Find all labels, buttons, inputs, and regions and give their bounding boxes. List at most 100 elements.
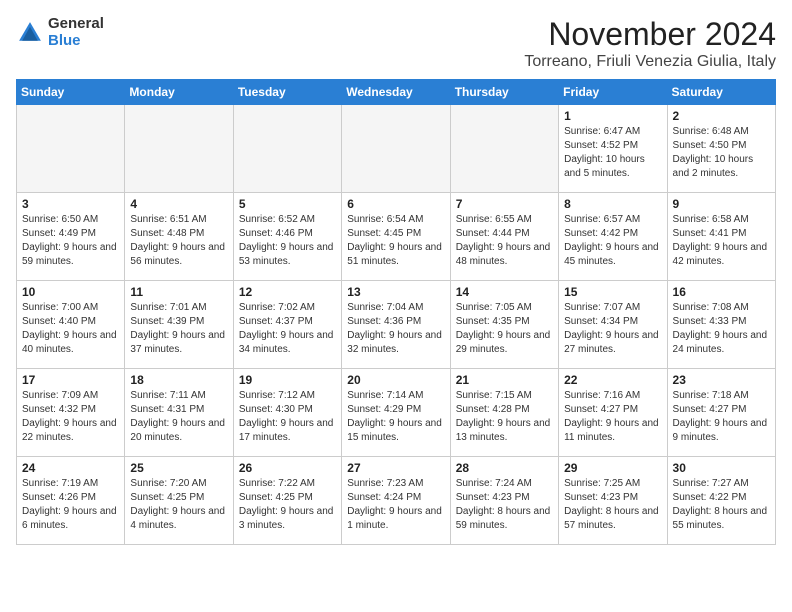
- day-info: Sunrise: 7:24 AM Sunset: 4:23 PM Dayligh…: [456, 477, 553, 533]
- calendar-day-cell: 26 Sunrise: 7:22 AM Sunset: 4:25 PM Dayli…: [233, 457, 341, 545]
- day-info: Sunrise: 7:11 AM Sunset: 4:31 PM Dayligh…: [130, 389, 227, 445]
- day-info: Sunrise: 7:00 AM Sunset: 4:40 PM Dayligh…: [22, 301, 119, 357]
- day-info: Sunrise: 7:12 AM Sunset: 4:30 PM Dayligh…: [239, 389, 336, 445]
- day-info: Sunrise: 7:27 AM Sunset: 4:22 PM Dayligh…: [673, 477, 770, 533]
- day-number: 10: [22, 285, 119, 299]
- calendar-day-cell: 19 Sunrise: 7:12 AM Sunset: 4:30 PM Dayli…: [233, 369, 341, 457]
- day-number: 2: [673, 109, 770, 123]
- day-number: 27: [347, 461, 444, 475]
- day-number: 20: [347, 373, 444, 387]
- day-info: Sunrise: 7:08 AM Sunset: 4:33 PM Dayligh…: [673, 301, 770, 357]
- day-number: 3: [22, 197, 119, 211]
- day-number: 15: [564, 285, 661, 299]
- calendar-body: 1 Sunrise: 6:47 AM Sunset: 4:52 PM Daylig…: [17, 105, 776, 545]
- day-number: 13: [347, 285, 444, 299]
- day-number: 18: [130, 373, 227, 387]
- calendar-day-cell: 25 Sunrise: 7:20 AM Sunset: 4:25 PM Dayli…: [125, 457, 233, 545]
- day-info: Sunrise: 7:02 AM Sunset: 4:37 PM Dayligh…: [239, 301, 336, 357]
- day-number: 5: [239, 197, 336, 211]
- calendar-day-cell: 13 Sunrise: 7:04 AM Sunset: 4:36 PM Dayli…: [342, 281, 450, 369]
- calendar-day-cell: [233, 105, 341, 193]
- calendar-day-cell: 2 Sunrise: 6:48 AM Sunset: 4:50 PM Daylig…: [667, 105, 775, 193]
- day-number: 4: [130, 197, 227, 211]
- calendar-day-cell: 17Sunrise: 7:09 AM Sunset: 4:32 PM Dayli…: [17, 369, 125, 457]
- calendar-day-cell: 30 Sunrise: 7:27 AM Sunset: 4:22 PM Dayli…: [667, 457, 775, 545]
- day-info: Sunrise: 6:52 AM Sunset: 4:46 PM Dayligh…: [239, 213, 336, 269]
- calendar-day-cell: 18 Sunrise: 7:11 AM Sunset: 4:31 PM Dayli…: [125, 369, 233, 457]
- day-info: Sunrise: 7:22 AM Sunset: 4:25 PM Dayligh…: [239, 477, 336, 533]
- day-info: Sunrise: 6:58 AM Sunset: 4:41 PM Dayligh…: [673, 213, 770, 269]
- weekday-header: Wednesday: [342, 80, 450, 105]
- day-info: Sunrise: 7:16 AM Sunset: 4:27 PM Dayligh…: [564, 389, 661, 445]
- day-number: 11: [130, 285, 227, 299]
- calendar-day-cell: 9 Sunrise: 6:58 AM Sunset: 4:41 PM Daylig…: [667, 193, 775, 281]
- day-number: 30: [673, 461, 770, 475]
- calendar-week-row: 24 Sunrise: 7:19 AM Sunset: 4:26 PM Dayli…: [17, 457, 776, 545]
- day-info: Sunrise: 6:50 AM Sunset: 4:49 PM Dayligh…: [22, 213, 119, 269]
- calendar-day-cell: 14 Sunrise: 7:05 AM Sunset: 4:35 PM Dayli…: [450, 281, 558, 369]
- calendar-day-cell: 20 Sunrise: 7:14 AM Sunset: 4:29 PM Dayli…: [342, 369, 450, 457]
- calendar-day-cell: 3 Sunrise: 6:50 AM Sunset: 4:49 PM Daylig…: [17, 193, 125, 281]
- day-number: 12: [239, 285, 336, 299]
- month-title: November 2024: [524, 16, 776, 53]
- logo-text: General Blue: [48, 16, 104, 49]
- calendar-week-row: 17Sunrise: 7:09 AM Sunset: 4:32 PM Dayli…: [17, 369, 776, 457]
- day-number: 23: [673, 373, 770, 387]
- calendar-day-cell: 6 Sunrise: 6:54 AM Sunset: 4:45 PM Daylig…: [342, 193, 450, 281]
- location-title: Torreano, Friuli Venezia Giulia, Italy: [524, 53, 776, 71]
- calendar-day-cell: 5 Sunrise: 6:52 AM Sunset: 4:46 PM Daylig…: [233, 193, 341, 281]
- header: General Blue November 2024 Torreano, Fri…: [16, 16, 776, 71]
- calendar-week-row: 3 Sunrise: 6:50 AM Sunset: 4:49 PM Daylig…: [17, 193, 776, 281]
- day-number: 9: [673, 197, 770, 211]
- calendar-day-cell: 15Sunrise: 7:07 AM Sunset: 4:34 PM Dayli…: [559, 281, 667, 369]
- day-number: 14: [456, 285, 553, 299]
- day-info: Sunrise: 7:15 AM Sunset: 4:28 PM Dayligh…: [456, 389, 553, 445]
- day-number: 8: [564, 197, 661, 211]
- day-number: 21: [456, 373, 553, 387]
- day-info: Sunrise: 7:18 AM Sunset: 4:27 PM Dayligh…: [673, 389, 770, 445]
- logo-general-label: General: [48, 16, 104, 33]
- day-number: 25: [130, 461, 227, 475]
- day-number: 26: [239, 461, 336, 475]
- calendar-day-cell: [125, 105, 233, 193]
- day-info: Sunrise: 7:05 AM Sunset: 4:35 PM Dayligh…: [456, 301, 553, 357]
- day-info: Sunrise: 7:09 AM Sunset: 4:32 PM Dayligh…: [22, 389, 119, 445]
- day-number: 22: [564, 373, 661, 387]
- day-number: 16: [673, 285, 770, 299]
- weekday-header: Monday: [125, 80, 233, 105]
- day-info: Sunrise: 7:01 AM Sunset: 4:39 PM Dayligh…: [130, 301, 227, 357]
- day-number: 6: [347, 197, 444, 211]
- logo-blue-label: Blue: [48, 33, 104, 50]
- weekday-header: Saturday: [667, 80, 775, 105]
- weekday-header: Tuesday: [233, 80, 341, 105]
- calendar-day-cell: 16 Sunrise: 7:08 AM Sunset: 4:33 PM Dayli…: [667, 281, 775, 369]
- weekday-row: SundayMondayTuesdayWednesdayThursdayFrid…: [17, 80, 776, 105]
- day-number: 29: [564, 461, 661, 475]
- day-info: Sunrise: 6:47 AM Sunset: 4:52 PM Dayligh…: [564, 125, 661, 181]
- calendar-day-cell: 4Sunrise: 6:51 AM Sunset: 4:48 PM Daylig…: [125, 193, 233, 281]
- day-info: Sunrise: 7:14 AM Sunset: 4:29 PM Dayligh…: [347, 389, 444, 445]
- day-number: 24: [22, 461, 119, 475]
- day-info: Sunrise: 6:57 AM Sunset: 4:42 PM Dayligh…: [564, 213, 661, 269]
- title-area: November 2024 Torreano, Friuli Venezia G…: [524, 16, 776, 71]
- day-info: Sunrise: 7:20 AM Sunset: 4:25 PM Dayligh…: [130, 477, 227, 533]
- calendar-week-row: 1 Sunrise: 6:47 AM Sunset: 4:52 PM Daylig…: [17, 105, 776, 193]
- day-number: 7: [456, 197, 553, 211]
- calendar-day-cell: 11 Sunrise: 7:01 AM Sunset: 4:39 PM Dayli…: [125, 281, 233, 369]
- day-info: Sunrise: 7:25 AM Sunset: 4:23 PM Dayligh…: [564, 477, 661, 533]
- day-info: Sunrise: 6:54 AM Sunset: 4:45 PM Dayligh…: [347, 213, 444, 269]
- day-number: 19: [239, 373, 336, 387]
- calendar-day-cell: 12 Sunrise: 7:02 AM Sunset: 4:37 PM Dayli…: [233, 281, 341, 369]
- calendar-header: SundayMondayTuesdayWednesdayThursdayFrid…: [17, 80, 776, 105]
- day-number: 1: [564, 109, 661, 123]
- day-info: Sunrise: 7:23 AM Sunset: 4:24 PM Dayligh…: [347, 477, 444, 533]
- calendar-day-cell: 7 Sunrise: 6:55 AM Sunset: 4:44 PM Daylig…: [450, 193, 558, 281]
- day-info: Sunrise: 6:48 AM Sunset: 4:50 PM Dayligh…: [673, 125, 770, 181]
- day-info: Sunrise: 7:04 AM Sunset: 4:36 PM Dayligh…: [347, 301, 444, 357]
- calendar-day-cell: 8 Sunrise: 6:57 AM Sunset: 4:42 PM Daylig…: [559, 193, 667, 281]
- day-info: Sunrise: 7:19 AM Sunset: 4:26 PM Dayligh…: [22, 477, 119, 533]
- weekday-header: Sunday: [17, 80, 125, 105]
- day-info: Sunrise: 6:55 AM Sunset: 4:44 PM Dayligh…: [456, 213, 553, 269]
- calendar-day-cell: 24 Sunrise: 7:19 AM Sunset: 4:26 PM Dayli…: [17, 457, 125, 545]
- logo: General Blue: [16, 16, 104, 49]
